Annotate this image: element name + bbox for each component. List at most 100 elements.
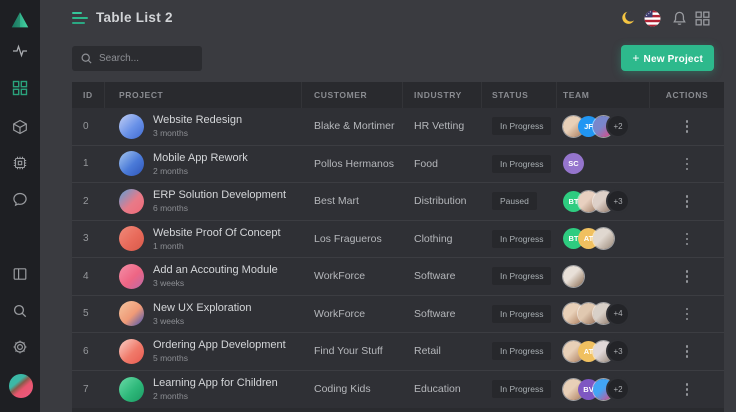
language-selector[interactable] [644, 10, 661, 27]
row-id: 2 [72, 183, 105, 220]
dashboard-grid-icon [12, 80, 28, 96]
row-actions-menu-button[interactable] [679, 153, 696, 176]
project-duration: 1 month [153, 241, 281, 251]
project-duration: 3 weeks [153, 278, 278, 288]
row-id: 1 [72, 146, 105, 183]
row-actions-menu-button[interactable] [679, 265, 696, 288]
row-actions-menu-button[interactable] [679, 340, 696, 363]
team-extra-count[interactable]: +3 [608, 341, 628, 361]
table-row: 4 Add an Accouting Module 3 weeks WorkFo… [72, 258, 724, 296]
customer-cell: Blake & Mortimer [302, 108, 403, 145]
row-actions-menu-button[interactable] [679, 115, 696, 138]
column-header-status: STATUS [482, 82, 557, 108]
sidebar-item-messages[interactable] [12, 191, 28, 207]
status-badge: In Progress [492, 230, 551, 248]
sidebar-item-dashboard[interactable] [12, 80, 28, 96]
team-member-photo[interactable] [563, 266, 584, 287]
actions-cell [650, 108, 724, 145]
industry-cell: HR Vetting [403, 108, 482, 145]
page-title: Table List 2 [96, 0, 173, 36]
actions-cell [650, 146, 724, 183]
activity-icon [12, 43, 28, 59]
status-badge: In Progress [492, 267, 551, 285]
team-extra-count[interactable]: +2 [608, 379, 628, 399]
industry-cell: Clothing [403, 221, 482, 258]
project-name[interactable]: Add an Accouting Module [153, 264, 278, 276]
project-cell: Mobile App Rework 2 months [105, 146, 302, 183]
project-avatar [119, 151, 144, 176]
sidebar-item-layout[interactable] [12, 266, 28, 282]
project-cell: Website Proof Of Concept 1 month [105, 221, 302, 258]
project-duration: 2 months [153, 391, 278, 401]
industry-cell: Retail [403, 333, 482, 370]
project-name[interactable]: Mobile App Rework [153, 152, 248, 164]
sidebar-item-search[interactable] [12, 303, 28, 319]
project-name[interactable]: Website Proof Of Concept [153, 227, 281, 239]
customer-cell: Best Mart [302, 183, 403, 220]
table-row: 0 Website Redesign 3 months Blake & Mort… [72, 108, 724, 146]
sidebar-item-activity[interactable] [12, 43, 28, 59]
sidebar-item-system[interactable] [12, 155, 28, 171]
project-duration: 3 months [153, 128, 242, 138]
table-row: 5 New UX Exploration 3 weeks WorkForce S… [72, 296, 724, 334]
table-body: 0 Website Redesign 3 months Blake & Mort… [72, 108, 724, 408]
team-cell: AT+3 [557, 333, 650, 370]
app-logo[interactable] [0, 6, 40, 34]
projects-table: ID PROJECT CUSTOMER INDUSTRY STATUS TEAM… [72, 82, 724, 408]
row-actions-menu-button[interactable] [679, 378, 696, 401]
team-extra-count[interactable]: +3 [608, 191, 628, 211]
team-cell: BT+3 [557, 183, 650, 220]
row-actions-menu-button[interactable] [679, 190, 696, 213]
user-avatar[interactable] [9, 374, 33, 398]
dark-mode-toggle[interactable] [620, 10, 637, 27]
search-icon [12, 303, 28, 319]
top-bar: Table List 2 [40, 0, 736, 36]
row-actions-menu-button[interactable] [679, 303, 696, 326]
sidebar-item-settings[interactable] [12, 339, 28, 355]
project-name[interactable]: Ordering App Development [153, 339, 286, 351]
project-name[interactable]: Learning App for Children [153, 377, 278, 389]
project-cell: Website Redesign 3 months [105, 108, 302, 145]
status-badge: In Progress [492, 380, 551, 398]
column-header-industry: INDUSTRY [403, 82, 482, 108]
package-icon [12, 119, 28, 135]
moon-icon [620, 10, 637, 27]
project-name[interactable]: Website Redesign [153, 114, 242, 126]
bell-icon [671, 10, 688, 27]
project-cell: New UX Exploration 3 weeks [105, 296, 302, 333]
table-footer-strip [72, 408, 724, 412]
actions-cell [650, 258, 724, 295]
apps-menu-button[interactable] [694, 10, 711, 27]
row-id: 7 [72, 371, 105, 409]
menu-toggle-icon[interactable] [72, 12, 88, 24]
project-name[interactable]: ERP Solution Development [153, 189, 286, 201]
project-name[interactable]: New UX Exploration [153, 302, 251, 314]
project-duration: 2 months [153, 166, 248, 176]
project-avatar [119, 339, 144, 364]
chat-icon [12, 191, 28, 207]
team-extra-count[interactable]: +2 [608, 116, 628, 136]
team-extra-count[interactable]: +4 [608, 304, 628, 324]
team-member-initials[interactable]: SC [563, 153, 584, 174]
project-cell: Learning App for Children 2 months [105, 371, 302, 409]
team-member-photo[interactable] [593, 228, 614, 249]
row-actions-menu-button[interactable] [679, 228, 696, 251]
chip-icon [12, 155, 28, 171]
column-header-customer: CUSTOMER [302, 82, 403, 108]
status-badge: In Progress [492, 305, 551, 323]
notifications-button[interactable] [671, 10, 688, 27]
row-id: 3 [72, 221, 105, 258]
new-project-button[interactable]: +New Project [621, 45, 714, 71]
customer-cell: Pollos Hermanos [302, 146, 403, 183]
table-row: 6 Ordering App Development 5 months Find… [72, 333, 724, 371]
status-cell: In Progress [482, 221, 557, 258]
team-cell: JF+2 [557, 108, 650, 145]
row-id: 4 [72, 258, 105, 295]
customer-cell: WorkForce [302, 258, 403, 295]
team-cell: BTAT [557, 221, 650, 258]
customer-cell: Find Your Stuff [302, 333, 403, 370]
status-badge: Paused [492, 192, 537, 210]
column-header-actions: ACTIONS [650, 82, 724, 108]
sidebar-item-products[interactable] [12, 119, 28, 135]
industry-cell: Food [403, 146, 482, 183]
